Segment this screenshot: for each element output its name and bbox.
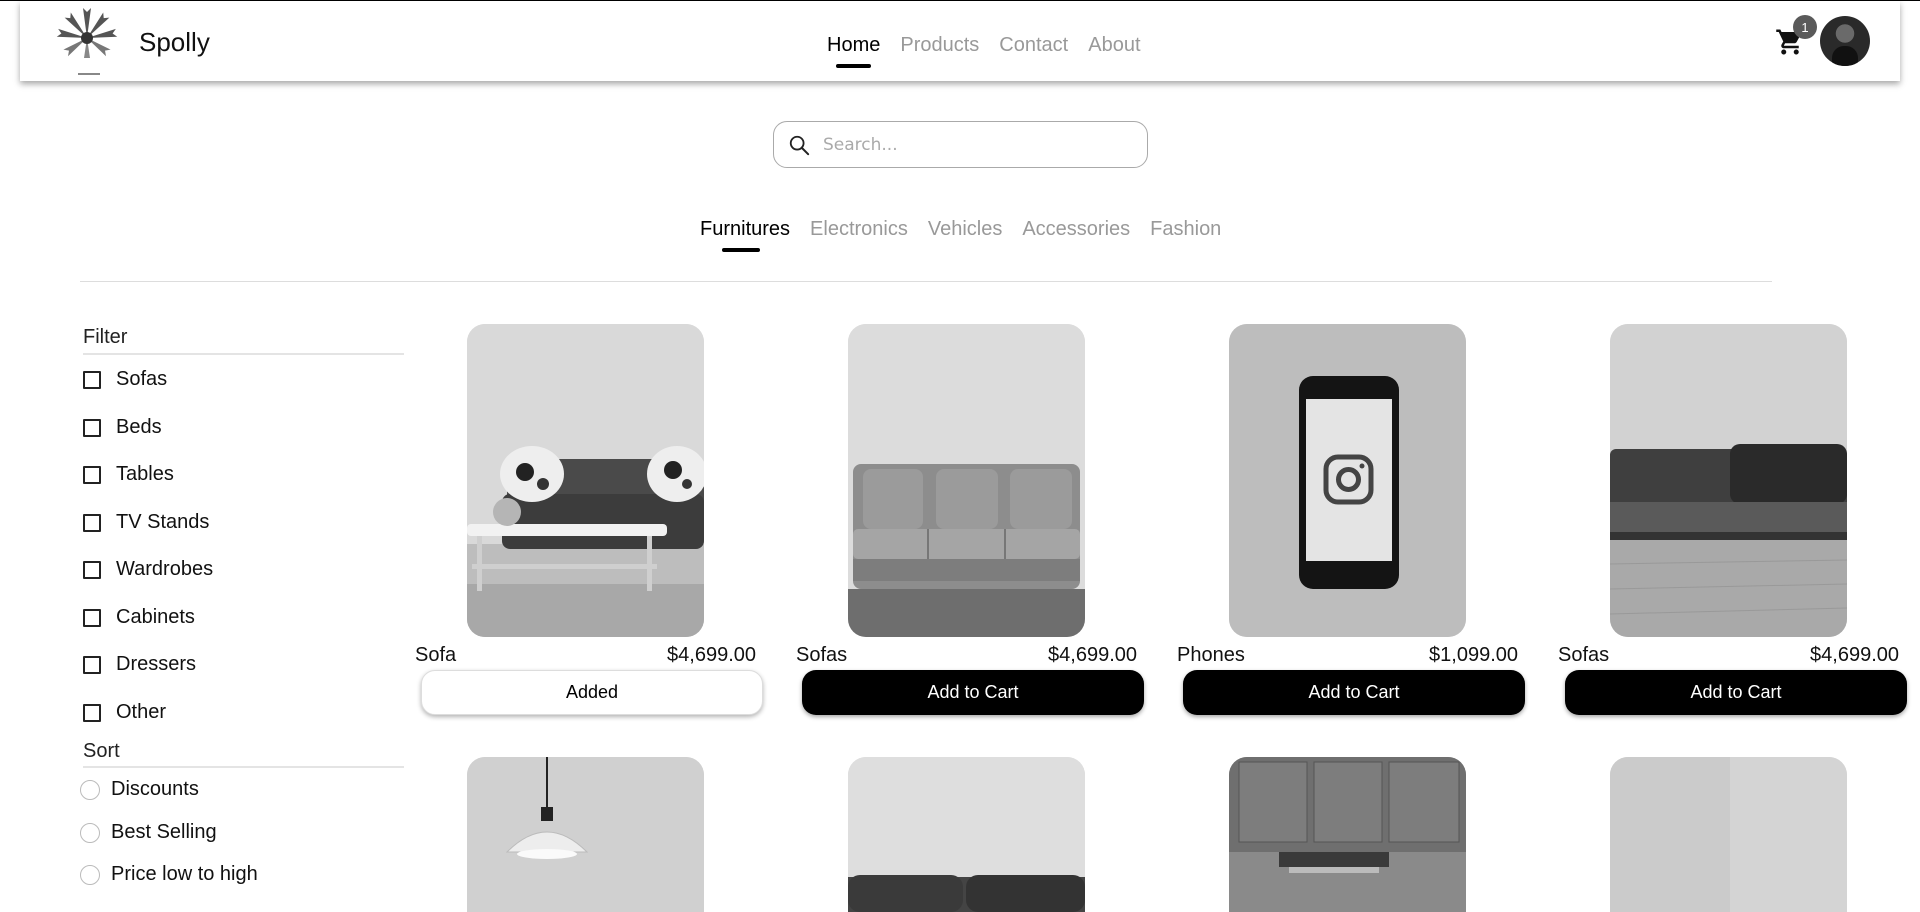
filter-wardrobes[interactable]: Wardrobes — [83, 558, 213, 581]
filter-other[interactable]: Other — [83, 701, 166, 724]
brand-name[interactable]: Spolly — [139, 27, 210, 58]
filter-dressers[interactable]: Dressers — [83, 653, 196, 676]
search-input[interactable] — [823, 130, 1123, 160]
main-nav: Home Products Contact About — [827, 34, 1161, 68]
product-name: Sofa — [415, 644, 457, 666]
nav-contact[interactable]: Contact — [999, 34, 1068, 57]
checkbox[interactable] — [83, 418, 101, 437]
product-image-pendant-lamp[interactable] — [467, 757, 704, 912]
product-image-plain-wall[interactable] — [1610, 757, 1847, 912]
filter-cabinets[interactable]: Cabinets — [83, 606, 195, 629]
cart-count-badge: 1 — [1793, 15, 1817, 39]
product-price: $1,099.00 — [1429, 644, 1518, 666]
category-tabs: Furnitures Electronics Vehicles Accessor… — [700, 218, 1241, 252]
section-divider — [80, 281, 1772, 282]
radio-button[interactable] — [80, 864, 100, 885]
sort-divider — [83, 766, 404, 768]
sort-discounts[interactable]: Discounts — [80, 778, 199, 801]
product-name: Phones — [1177, 644, 1245, 666]
product-image-three-seat-sofa[interactable] — [848, 324, 1085, 637]
search-bar — [773, 121, 1148, 168]
filter-divider — [83, 353, 404, 355]
user-avatar[interactable] — [1820, 16, 1870, 66]
nav-products[interactable]: Products — [900, 34, 979, 57]
tab-vehicles[interactable]: Vehicles — [928, 218, 1003, 241]
product-price: $4,699.00 — [1048, 644, 1137, 666]
filter-tables[interactable]: Tables — [83, 463, 174, 486]
add-to-cart-button[interactable]: Add to Cart — [802, 670, 1144, 715]
checkbox[interactable] — [83, 370, 101, 389]
checkbox[interactable] — [83, 560, 101, 579]
sort-title: Sort — [83, 740, 120, 762]
product-image-kitchen-cabinets[interactable] — [1229, 757, 1466, 912]
filter-tv-stands[interactable]: TV Stands — [83, 511, 209, 534]
checkbox[interactable] — [83, 703, 101, 722]
leaf-logo-icon — [56, 8, 118, 58]
filter-title: Filter — [83, 326, 128, 348]
filter-beds[interactable]: Beds — [83, 416, 162, 439]
filter-sofas[interactable]: Sofas — [83, 368, 167, 391]
product-name: Sofas — [1558, 644, 1610, 666]
sort-best-selling[interactable]: Best Selling — [80, 821, 217, 844]
add-to-cart-button[interactable]: Add to Cart — [1565, 670, 1907, 715]
nav-about[interactable]: About — [1088, 34, 1140, 57]
tab-accessories[interactable]: Accessories — [1022, 218, 1130, 241]
product-price: $4,699.00 — [667, 644, 756, 666]
radio-button[interactable] — [80, 779, 100, 800]
product-image-sofa-back[interactable] — [848, 757, 1085, 912]
product-name: Sofas — [796, 644, 848, 666]
checkbox[interactable] — [83, 465, 101, 484]
tab-furnitures[interactable]: Furnitures — [700, 218, 790, 252]
product-image-sofa-with-coffee-table[interactable] — [467, 324, 704, 637]
sort-price-low-high[interactable]: Price low to high — [80, 863, 258, 886]
added-button[interactable]: Added — [421, 670, 763, 715]
search-icon — [789, 135, 810, 156]
site-header: Spolly Home Products Contact About 1 — [20, 1, 1900, 81]
tab-fashion[interactable]: Fashion — [1150, 218, 1221, 241]
checkbox[interactable] — [83, 513, 101, 532]
product-image-smartphone-instagram[interactable] — [1229, 324, 1466, 637]
product-image-low-sofa[interactable] — [1610, 324, 1847, 637]
radio-button[interactable] — [80, 822, 100, 843]
add-to-cart-button[interactable]: Add to Cart — [1183, 670, 1525, 715]
checkbox[interactable] — [83, 608, 101, 627]
tab-electronics[interactable]: Electronics — [810, 218, 908, 241]
checkbox[interactable] — [83, 655, 101, 674]
brand-logo[interactable] — [54, 5, 120, 79]
nav-home[interactable]: Home — [827, 34, 880, 68]
product-price: $4,699.00 — [1810, 644, 1899, 666]
